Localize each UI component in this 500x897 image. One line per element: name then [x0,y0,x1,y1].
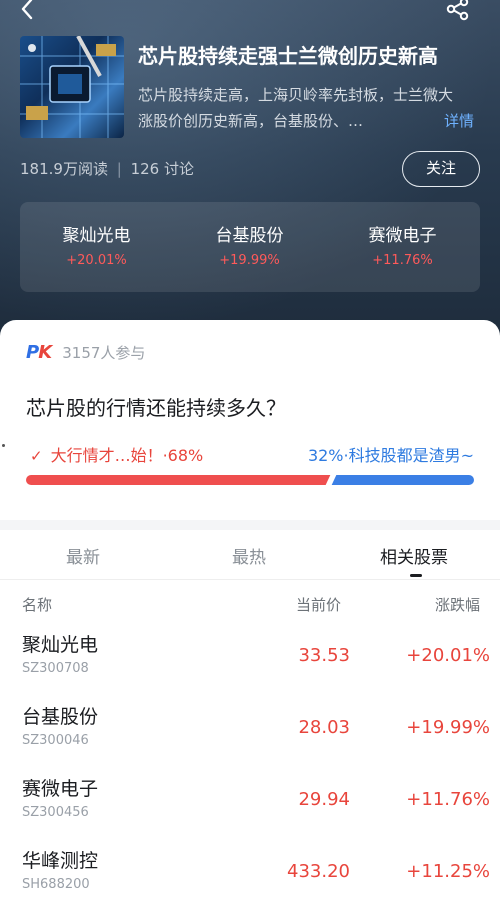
strip-stock-name: 台基股份 [215,226,284,246]
col-header-change: 涨跌幅 [434,596,480,614]
back-arrow-icon[interactable] [14,0,42,24]
tab-latest[interactable]: 最新 [66,543,100,568]
topic-cover-image [20,36,124,138]
topic-title: 芯片股持续走强士兰微创历史新高 [138,44,438,68]
follow-button[interactable]: 关注 [402,151,480,187]
vote-bar-right [331,475,474,485]
pk-participants: 3157人参与 [62,344,146,362]
stock-price: 433.20 [287,861,350,882]
stock-name: 赛微电子 [22,778,99,800]
strip-stock-name: 赛微电子 [368,226,437,246]
vote-progress-bar [26,474,474,486]
stock-code: SH688200 [22,877,90,892]
stock-change: +19.99% [406,717,490,738]
vote-left-label: 大行情才…始！·68% [50,446,204,465]
topic-description: 芯片股持续走高，上海贝岭率先封板，士兰微大涨股价创历史新高，台基股份、… [138,86,454,130]
read-count: 181.9万阅读 [20,160,108,178]
vote-option-left[interactable]: ✓ 大行情才…始！·68% [30,442,203,466]
stock-code: SZ300046 [22,733,89,748]
section-gap [0,520,500,530]
table-row[interactable]: 赛微电子 SZ300456 29.94 +11.76% [0,774,500,846]
active-tab-indicator [410,574,422,577]
topic-stats: 181.9万阅读 | 126 讨论 [20,158,194,179]
strip-stock-item[interactable]: 赛微电子 +11.76% [326,202,479,292]
pk-logo: PK [26,342,52,363]
stock-name: 华峰测控 [22,850,99,872]
stock-name: 台基股份 [22,706,99,728]
stock-price: 28.03 [298,717,350,738]
stock-name: 聚灿光电 [22,634,99,656]
topic-header: 芯片股持续走强士兰微创历史新高 芯片股持续走高，上海贝岭率先封板，士兰微大涨股价… [0,0,500,345]
check-icon: ✓ [30,447,43,465]
content-card: PK 3157人参与 芯片股的行情还能持续多久？ ✓ 大行情才…始！·68% 32… [0,320,500,897]
stock-price: 33.53 [298,645,350,666]
pk-header: PK 3157人参与 [26,342,145,364]
tab-related-stocks[interactable]: 相关股票 [380,543,448,568]
tab-hot[interactable]: 最热 [232,543,266,568]
stats-divider: | [116,160,122,178]
col-header-name: 名称 [22,596,53,614]
discussion-count: 126 讨论 [130,160,194,178]
tab-bar: 最新 最热 相关股票 [0,530,500,580]
strip-stock-change: +19.99% [219,253,280,268]
strip-stock-item[interactable]: 聚灿光电 +20.01% [20,202,173,292]
vote-bar-left [26,475,331,485]
table-header: 名称 当前价 涨跌幅 [0,594,500,618]
table-row[interactable]: 台基股份 SZ300046 28.03 +19.99% [0,702,500,774]
table-row[interactable]: 聚灿光电 SZ300708 33.53 +20.01% [0,630,500,702]
stock-change: +11.76% [406,789,490,810]
stock-change: +11.25% [406,861,490,882]
strip-stock-change: +11.76% [372,253,433,268]
detail-link[interactable]: 详情 [444,108,474,134]
stock-code: SZ300708 [22,661,89,676]
stock-change: +20.01% [406,645,490,666]
strip-stock-item[interactable]: 台基股份 +19.99% [173,202,326,292]
top-bar [0,0,500,24]
share-icon[interactable] [444,0,472,24]
strip-stock-change: +20.01% [66,253,127,268]
related-stock-strip: 聚灿光电 +20.01% 台基股份 +19.99% 赛微电子 +11.76% [20,202,480,292]
stock-code: SZ300456 [22,805,89,820]
table-row[interactable]: 华峰测控 SH688200 433.20 +11.25% [0,846,500,897]
strip-stock-name: 聚灿光电 [62,226,131,246]
pk-question: 芯片股的行情还能持续多久？ [26,396,286,420]
vote-option-right[interactable]: 32%·科技股都是渣男~ [308,442,474,466]
stray-dot [2,444,5,447]
stock-price: 29.94 [298,789,350,810]
col-header-price: 当前价 [296,596,342,614]
